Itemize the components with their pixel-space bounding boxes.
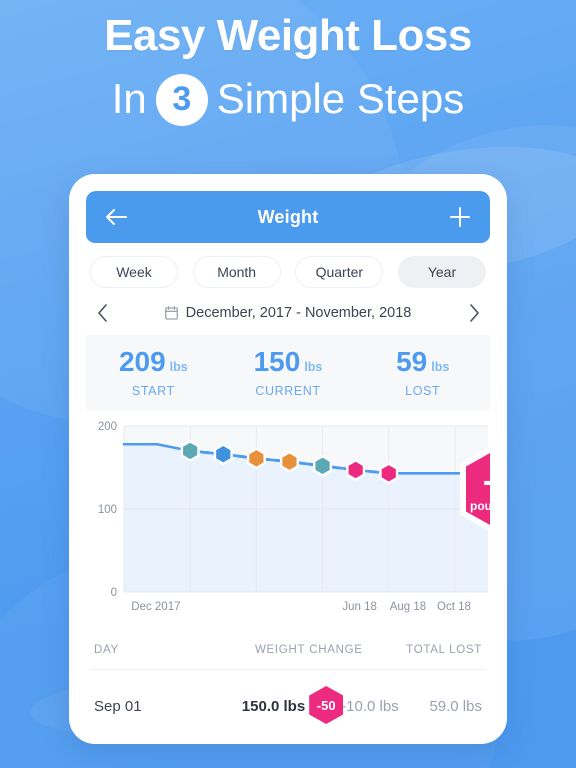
tab-week[interactable]: Week — [90, 256, 178, 288]
stat-start-value-group: 209 lbs — [119, 348, 188, 376]
column-header-change: CHANGE — [309, 644, 363, 656]
chart-x-tick-label: Oct 18 — [437, 601, 471, 613]
stat-lost: 59 lbs LOST — [355, 348, 490, 399]
entries-table: DAY WEIGHT CHANGE TOTAL LOST Sep 01 150.… — [86, 628, 490, 735]
stat-lost-label: LOST — [405, 384, 441, 398]
chevron-left-icon — [97, 304, 107, 322]
headline-line-1: Easy Weight Loss — [104, 11, 472, 60]
change-badge: -50 — [309, 686, 344, 724]
chart-y-tick-label: 200 — [98, 421, 117, 433]
badge-caption: pounds lost! — [470, 499, 490, 514]
cell-day: Sep 01 — [94, 697, 142, 715]
app-bar: Weight — [86, 191, 490, 243]
total-loss-badge: -59 pounds lost! — [460, 438, 490, 540]
stat-lost-value: 59 — [396, 346, 428, 377]
step-number-badge: 3 — [155, 73, 208, 126]
column-header-day: DAY — [94, 644, 119, 656]
chart-x-tick-label: Dec 2017 — [131, 601, 180, 613]
app-bar-title: Weight — [257, 206, 319, 227]
tab-month[interactable]: Month — [192, 256, 281, 288]
headline-line-2: In 3 Simple Steps — [0, 73, 576, 126]
chart-y-tick-label: 100 — [98, 504, 117, 516]
calendar-icon — [164, 306, 178, 320]
cell-change: -50 -10.0 lbs — [307, 686, 405, 725]
stat-current-value-group: 150 lbs — [254, 348, 323, 376]
arrow-left-icon — [106, 209, 127, 225]
stat-lost-value-group: 59 lbs — [396, 348, 449, 376]
tab-quarter[interactable]: Quarter — [295, 256, 384, 288]
stat-start-unit: lbs — [169, 360, 188, 374]
chart-x-tick-label: Aug 18 — [390, 601, 426, 613]
app-screen: Weight Week Month Quarter Year December,… — [86, 191, 490, 744]
cell-weight: 150.0 lbs — [241, 697, 306, 715]
phone-card: Weight Week Month Quarter Year December,… — [69, 174, 507, 744]
date-range-label-group[interactable]: December, 2017 - November, 2018 — [164, 305, 412, 321]
table-header-row: DAY WEIGHT CHANGE TOTAL LOST — [90, 628, 486, 670]
back-button[interactable] — [103, 204, 129, 230]
column-header-total-lost: TOTAL LOST — [406, 644, 482, 656]
chart-y-tick-label: 0 — [111, 587, 117, 599]
chevron-right-icon — [469, 304, 479, 322]
headline-line-2-prefix: In — [111, 75, 147, 123]
badge-value: -59 — [483, 464, 490, 498]
badge-hexagon-fill: -59 pounds lost! — [466, 444, 490, 534]
table-row[interactable]: Sep 01 150.0 lbs -50 -10.0 lbs 59.0 lbs — [90, 670, 486, 735]
stat-start-label: START — [131, 384, 175, 398]
cell-change-value: -10.0 lbs — [341, 697, 399, 715]
weight-chart-svg[interactable]: 0 100 200 Dec 2017 Jun 18 Aug 18 Oct 18 — [86, 418, 490, 618]
summary-stats: 209 lbs START 150 lbs CURRENT 59 lbs LOS… — [86, 335, 490, 410]
stat-current-value: 150 — [253, 346, 301, 377]
poster-headline: Easy Weight Loss In 3 Simple Steps — [0, 12, 576, 126]
cell-total-lost: 59.0 lbs — [429, 697, 482, 715]
stat-lost-unit: lbs — [431, 360, 450, 374]
headline-line-2-suffix: Simple Steps — [216, 75, 465, 123]
badge-hexagon-outline: -59 pounds lost! — [460, 438, 490, 540]
date-navigation: December, 2017 - November, 2018 — [86, 299, 490, 335]
next-period-button[interactable] — [464, 302, 484, 324]
stat-current-label: CURRENT — [255, 384, 321, 398]
stat-start-value: 209 — [118, 346, 166, 377]
stat-current-unit: lbs — [304, 360, 323, 374]
stat-start: 209 lbs START — [86, 348, 221, 399]
previous-period-button[interactable] — [92, 302, 112, 324]
period-segmented-control: Week Month Quarter Year — [86, 243, 490, 299]
weight-chart: 0 100 200 Dec 2017 Jun 18 Aug 18 Oct 18 -59 po… — [86, 410, 490, 628]
plus-icon — [450, 207, 470, 227]
stat-current: 150 lbs CURRENT — [221, 348, 356, 399]
chart-x-tick-label: Jun 18 — [342, 601, 377, 613]
date-range-label: December, 2017 - November, 2018 — [185, 305, 412, 321]
column-header-weight: WEIGHT — [254, 644, 306, 656]
tab-year[interactable]: Year — [397, 256, 486, 288]
add-entry-button[interactable] — [447, 204, 473, 230]
